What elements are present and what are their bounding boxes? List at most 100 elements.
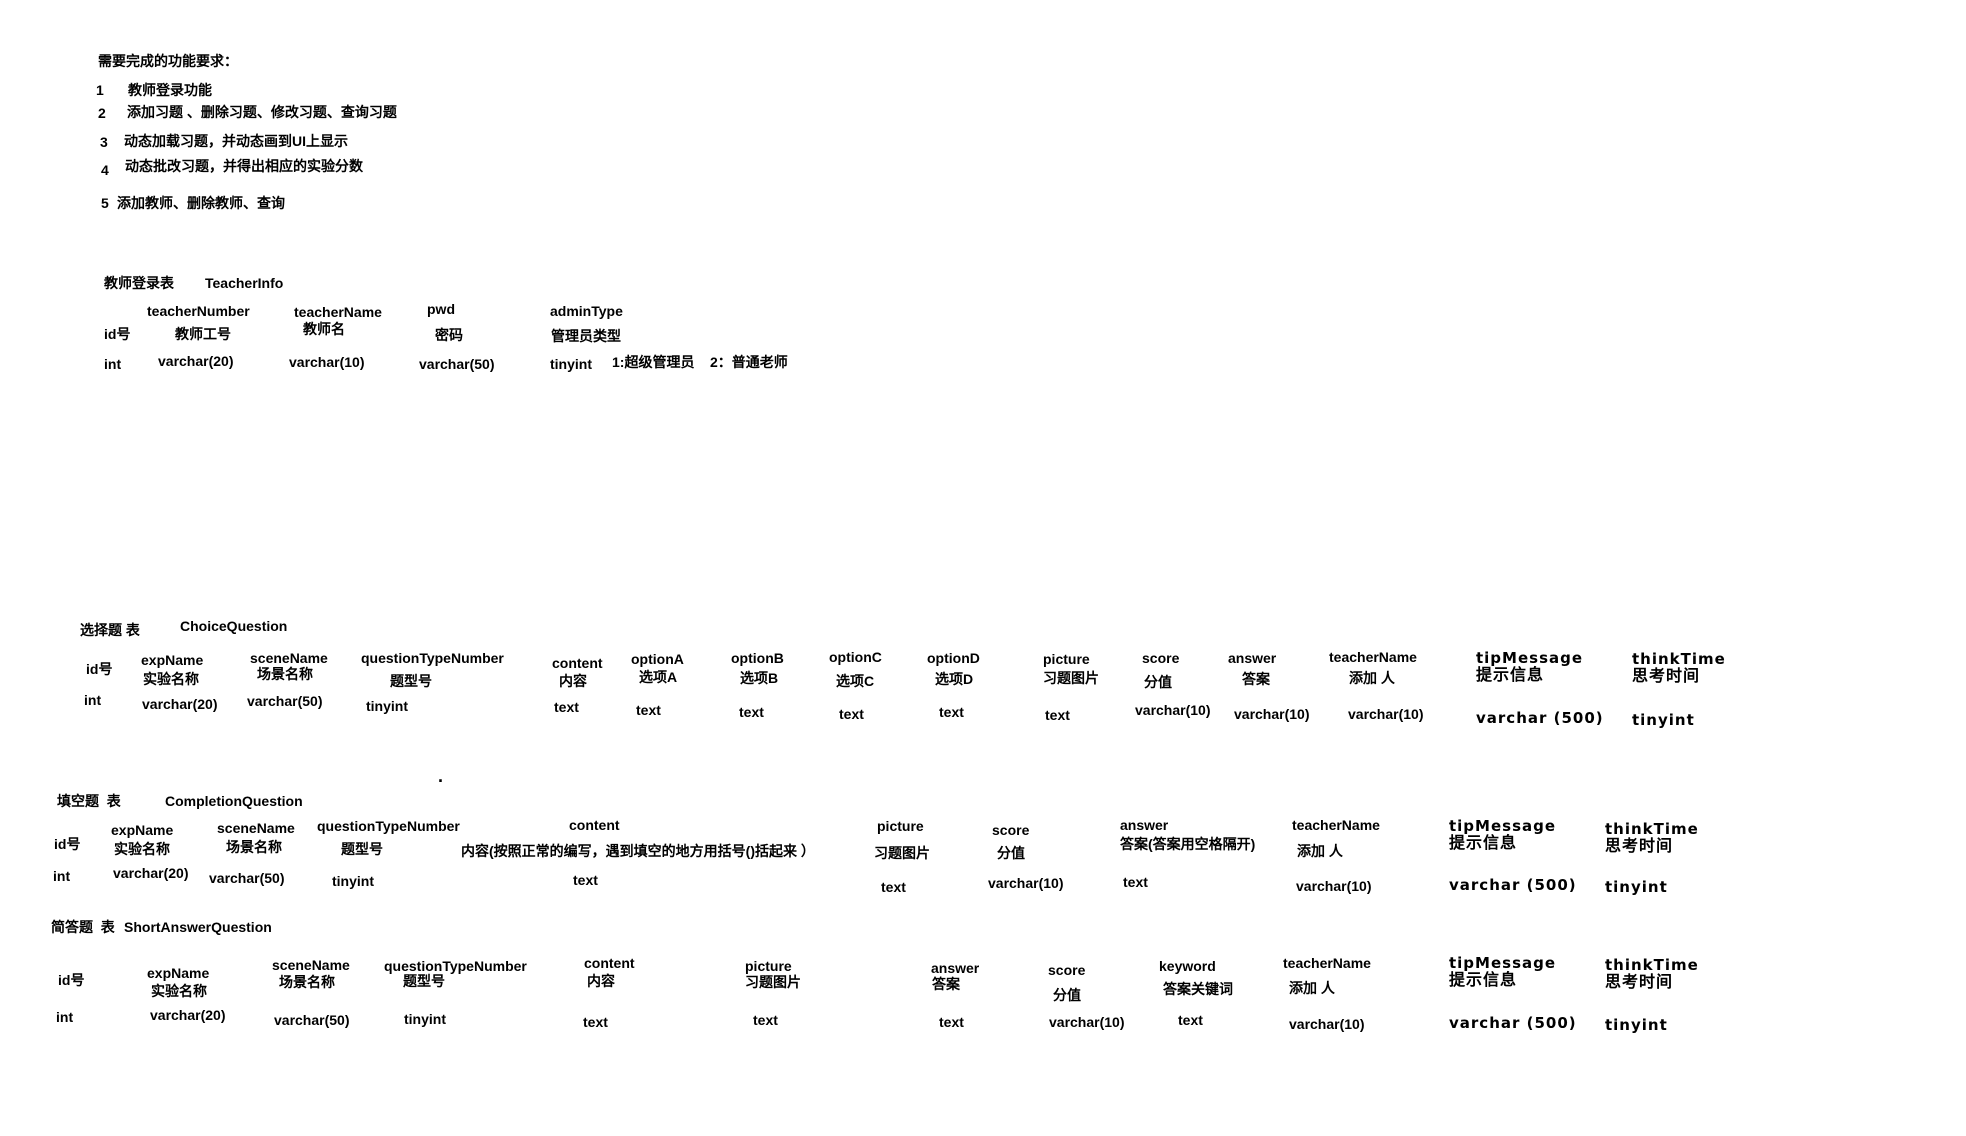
column-desc: 答案(答案用空格隔开) [1120, 836, 1256, 852]
column-type: tinyint [550, 356, 592, 372]
column-desc: 分值 [997, 845, 1025, 861]
table-name: ChoiceQuestion [180, 618, 288, 634]
column-field: sceneName [272, 957, 350, 973]
column-note: 2：普通老师 [710, 354, 788, 370]
column-field: expName [141, 652, 204, 668]
column-type: varchar (500) [1449, 876, 1577, 894]
column-field: optionC [829, 649, 882, 665]
column-type: varchar(50) [247, 693, 323, 709]
column-desc: id号 [86, 661, 113, 677]
requirement-number: 2 [98, 105, 106, 121]
table-name: ShortAnswerQuestion [124, 919, 272, 935]
column-type: text [554, 699, 579, 715]
column-desc: 选项C [836, 673, 875, 689]
column-type: text [1178, 1012, 1203, 1028]
column-type: varchar(50) [209, 870, 285, 886]
column-type: varchar (500) [1449, 1014, 1577, 1032]
column-field: teacherName [1283, 955, 1371, 971]
requirement-number: 3 [100, 134, 108, 150]
column-desc: 密码 [435, 327, 463, 343]
column-desc: id号 [104, 326, 131, 342]
column-field: content [552, 655, 603, 671]
column-field: content [569, 817, 620, 833]
requirement-text: 教师登录功能 [128, 82, 212, 98]
column-desc: 思考时间 [1605, 838, 1674, 855]
column-type: varchar(10) [988, 875, 1064, 891]
column-type: varchar(20) [142, 696, 218, 712]
stray-mark: . [438, 766, 444, 786]
column-field: score [1048, 962, 1086, 978]
column-desc: 分值 [1144, 674, 1172, 690]
column-field: teacherName [1292, 817, 1380, 833]
column-field: keyword [1159, 958, 1216, 974]
table-label: 简答题 表 [51, 919, 115, 935]
column-desc: 添加 人 [1297, 843, 1343, 859]
column-type: varchar(10) [1348, 706, 1424, 722]
column-type: text [839, 706, 864, 722]
column-desc: id号 [54, 836, 81, 852]
column-field: picture [745, 958, 792, 974]
requirement-number: 5 [101, 195, 109, 211]
table-name: CompletionQuestion [165, 793, 303, 809]
column-field: score [992, 822, 1030, 838]
column-field: teacherName [1329, 649, 1417, 665]
column-field: tipMessage [1449, 954, 1557, 972]
column-field: answer [1120, 817, 1169, 833]
column-type: tinyint [332, 873, 374, 889]
column-desc: 添加 人 [1349, 670, 1395, 686]
column-type: tinyint [366, 698, 408, 714]
column-desc: 内容 [587, 973, 615, 989]
column-field: tipMessage [1476, 649, 1584, 667]
column-desc: 习题图片 [1043, 670, 1099, 686]
column-field: picture [877, 818, 924, 834]
column-field: optionB [731, 650, 784, 666]
column-desc: 场景名称 [257, 666, 313, 682]
column-type: text [939, 704, 964, 720]
column-desc: 选项A [639, 669, 678, 685]
column-desc: 题型号 [390, 673, 432, 689]
requirement-number: 4 [101, 162, 109, 178]
column-type: int [56, 1009, 74, 1025]
column-desc: 场景名称 [279, 974, 335, 990]
column-type: varchar(10) [1289, 1016, 1365, 1032]
column-field: expName [147, 965, 210, 981]
column-field: sceneName [250, 650, 328, 666]
column-type: tinyint [1605, 878, 1668, 896]
column-field: optionA [631, 651, 684, 667]
column-type: varchar(10) [1234, 706, 1310, 722]
column-field: content [584, 955, 635, 971]
table-label: 教师登录表 [104, 275, 174, 291]
column-field: answer [931, 960, 980, 976]
column-type: text [1045, 707, 1070, 723]
requirements-title: 需要完成的功能要求： [98, 53, 238, 69]
column-type: text [1123, 874, 1148, 890]
column-type: varchar(20) [113, 865, 189, 881]
column-type: int [53, 868, 71, 884]
column-field: questionTypeNumber [384, 958, 527, 974]
column-type: varchar(20) [158, 353, 234, 369]
column-field: sceneName [217, 820, 295, 836]
column-desc: 题型号 [403, 973, 445, 989]
column-desc: 思考时间 [1605, 974, 1674, 991]
column-desc: 选项B [740, 670, 779, 686]
column-type: text [939, 1014, 964, 1030]
column-field: expName [111, 822, 174, 838]
column-desc: 内容(按照正常的编写，遇到填空的地方用括号()括起来 ） [461, 843, 815, 859]
column-desc: 实验名称 [114, 841, 170, 857]
column-desc: 实验名称 [151, 983, 207, 999]
requirement-text: 动态批改习题，并得出相应的实验分数 [125, 158, 363, 174]
column-field: adminType [550, 303, 623, 319]
column-field: thinkTime [1632, 650, 1726, 668]
column-field: picture [1043, 651, 1090, 667]
column-type: int [84, 692, 102, 708]
column-desc: 提示信息 [1476, 667, 1545, 684]
column-type: varchar(10) [1135, 702, 1211, 718]
column-field: teacherName [294, 304, 382, 320]
column-desc: 添加 人 [1289, 980, 1335, 996]
column-desc: 答案 [1242, 671, 1270, 687]
column-type: varchar(50) [274, 1012, 350, 1028]
requirement-text: 动态加载习题，并动态画到UI上显示 [124, 133, 348, 149]
column-field: questionTypeNumber [361, 650, 504, 666]
column-desc: id号 [58, 972, 85, 988]
column-type: tinyint [404, 1011, 446, 1027]
